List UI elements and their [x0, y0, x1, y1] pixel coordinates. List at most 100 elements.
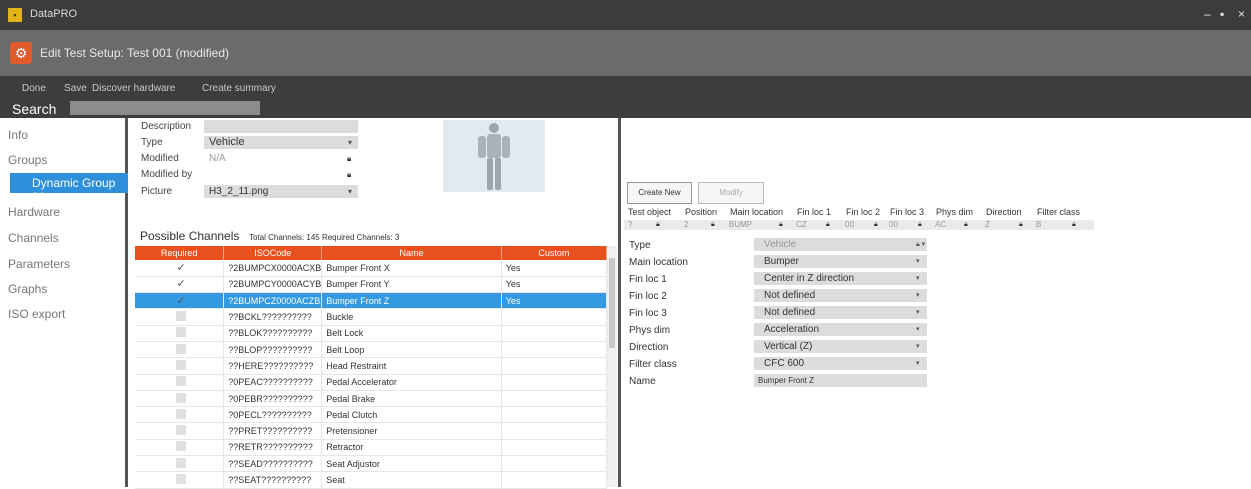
property-value[interactable]: Center in Z direction — [754, 272, 927, 285]
maximize-button[interactable]: ▪ — [1220, 7, 1224, 21]
checkmark-icon[interactable]: ✓ — [177, 295, 186, 306]
value-fin-loc-1: CZ — [796, 220, 807, 229]
sidebar-item-channels[interactable]: Channels — [8, 231, 59, 245]
required-checkbox[interactable] — [176, 392, 187, 403]
sidebar-item-graphs[interactable]: Graphs — [8, 282, 47, 296]
property-value[interactable]: Not defined — [754, 289, 927, 302]
discover-hardware-button[interactable]: Discover hardware — [92, 83, 175, 94]
required-checkbox[interactable] — [176, 425, 187, 436]
column-main-location: Main location — [730, 207, 784, 217]
custom-cell — [501, 439, 608, 457]
required-cell[interactable] — [135, 390, 225, 408]
picture-dropdown[interactable]: H3_2_11.png — [204, 185, 358, 198]
iso-code-cell: ??BCKL?????????? — [223, 308, 323, 326]
table-row[interactable]: ?0PECL?????????? Pedal Clutch — [135, 406, 608, 424]
required-cell[interactable] — [135, 471, 225, 489]
required-cell[interactable]: ✓ — [135, 292, 225, 310]
sidebar-item-iso-export[interactable]: ISO export — [8, 307, 65, 321]
checkmark-icon[interactable]: ✓ — [177, 279, 186, 290]
property-value[interactable]: Bumper Front Z — [754, 374, 927, 387]
required-checkbox[interactable] — [176, 408, 187, 419]
description-field[interactable] — [204, 120, 358, 133]
modified-by-label: Modified by — [141, 169, 193, 180]
scrollbar-thumb[interactable] — [609, 258, 615, 348]
required-cell[interactable] — [135, 374, 225, 391]
table-row[interactable]: ??RETR?????????? Retractor — [135, 439, 608, 457]
required-checkbox[interactable] — [176, 474, 187, 484]
create-new-button[interactable]: Create New — [627, 182, 692, 204]
property-value[interactable]: Bumper — [754, 255, 927, 268]
required-checkbox[interactable] — [176, 441, 187, 452]
required-checkbox[interactable] — [176, 343, 187, 354]
required-cell[interactable] — [135, 455, 225, 473]
type-dropdown[interactable]: Vehicle — [204, 136, 358, 149]
minimize-button[interactable]: – — [1204, 7, 1211, 21]
app-icon: ▪ — [8, 8, 22, 22]
required-checkbox[interactable] — [176, 327, 187, 338]
required-checkbox[interactable] — [176, 376, 187, 387]
table-row[interactable]: ??SEAD?????????? Seat Adjustor — [135, 455, 608, 473]
required-cell[interactable] — [135, 439, 225, 457]
iso-code-cell: ??RETR?????????? — [223, 439, 323, 457]
lock-icon: 🔒︎ — [1019, 221, 1023, 228]
column-header-required[interactable]: Required — [135, 246, 225, 260]
property-label: Fin loc 1 — [629, 274, 667, 285]
sidebar-item-dynamic-group[interactable]: Dynamic Group 01 — [10, 173, 128, 204]
table-row[interactable]: ??HERE?????????? Head Restraint — [135, 357, 608, 375]
possible-channels-title: Possible Channels — [140, 229, 240, 243]
required-checkbox[interactable] — [176, 457, 187, 468]
iso-code-cell: ?0PEAC?????????? — [223, 374, 323, 391]
table-row[interactable]: ??BCKL?????????? Buckle — [135, 308, 608, 326]
column-header-isocode[interactable]: ISOCode — [223, 246, 323, 260]
lock-icon: 🔒︎ — [779, 221, 783, 228]
required-cell[interactable] — [135, 325, 225, 342]
lock-icon: 🔒︎ — [711, 221, 715, 228]
name-cell: Pedal Brake — [321, 390, 502, 408]
lock-icon: 🔒︎ — [347, 154, 352, 163]
required-cell[interactable] — [135, 341, 225, 359]
table-row[interactable]: ✓ ?2BUMPCY0000ACYB Bumper Front Y Yes — [135, 276, 608, 294]
column-header-custom[interactable]: Custom — [501, 246, 608, 260]
table-row[interactable]: ??BLOK?????????? Belt Lock — [135, 325, 608, 342]
done-button[interactable]: Done — [22, 83, 46, 94]
property-value[interactable]: Vertical (Z) — [754, 340, 927, 353]
required-cell[interactable] — [135, 357, 225, 375]
iso-code-cell: ??SEAD?????????? — [223, 455, 323, 473]
custom-cell — [501, 455, 608, 473]
close-button[interactable]: × — [1238, 7, 1245, 21]
column-header-name[interactable]: Name — [321, 246, 502, 260]
value-filter-class: B — [1036, 220, 1042, 229]
sidebar-item-parameters[interactable]: Parameters — [8, 257, 70, 271]
required-cell[interactable]: ✓ — [135, 260, 225, 277]
table-row[interactable]: ✓ ?2BUMPCX0000ACXB Bumper Front X Yes — [135, 260, 608, 277]
search-input[interactable] — [70, 101, 260, 115]
custom-cell — [501, 471, 608, 489]
save-button[interactable]: Save — [64, 83, 87, 94]
property-label: Fin loc 2 — [629, 291, 667, 302]
table-row[interactable]: ??BLOP?????????? Belt Loop — [135, 341, 608, 359]
table-row[interactable]: ??SEAT?????????? Seat — [135, 471, 608, 489]
required-cell[interactable] — [135, 422, 225, 440]
iso-code-cell: ?2BUMPCY0000ACYB — [223, 276, 323, 294]
sidebar-item-hardware[interactable]: Hardware — [8, 205, 60, 219]
table-row[interactable]: ✓ ?2BUMPCZ0000ACZB Bumper Front Z Yes — [135, 292, 608, 310]
table-row[interactable]: ??PRET?????????? Pretensioner — [135, 422, 608, 440]
table-row[interactable]: ?0PEBR?????????? Pedal Brake — [135, 390, 608, 408]
property-value[interactable]: CFC 600 — [754, 357, 927, 370]
property-value[interactable]: Not defined — [754, 306, 927, 319]
required-cell[interactable]: ✓ — [135, 276, 225, 294]
property-value[interactable]: Acceleration — [754, 323, 927, 336]
chevron-down-icon: ▾ — [916, 292, 920, 299]
sidebar-item-info[interactable]: Info — [8, 128, 28, 142]
name-cell: Pedal Accelerator — [321, 374, 502, 391]
required-checkbox[interactable] — [176, 311, 187, 322]
sidebar-item-groups[interactable]: Groups — [8, 153, 47, 167]
custom-cell — [501, 325, 608, 342]
required-checkbox[interactable] — [176, 359, 187, 370]
table-row[interactable]: ?0PEAC?????????? Pedal Accelerator — [135, 374, 608, 391]
checkmark-icon[interactable]: ✓ — [177, 262, 186, 273]
create-summary-button[interactable]: Create summary — [202, 83, 276, 94]
required-cell[interactable] — [135, 308, 225, 326]
required-cell[interactable] — [135, 406, 225, 424]
modify-button[interactable]: Modify — [698, 182, 764, 204]
